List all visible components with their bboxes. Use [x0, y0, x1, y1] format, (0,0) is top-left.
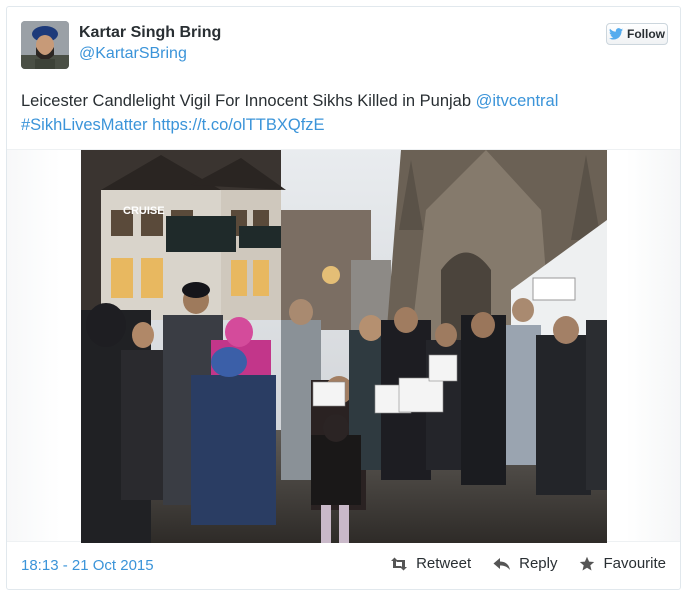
author-screen-name[interactable]: @KartarSBring [79, 45, 187, 63]
avatar[interactable] [21, 21, 69, 69]
reply-icon [493, 557, 511, 570]
avatar-image [21, 21, 69, 69]
tweet-text: Leicester Candlelight Vigil For Innocent… [21, 89, 661, 137]
url-link[interactable]: https://t.co/olTTBXQfzE [152, 116, 324, 134]
hashtag-link[interactable]: #SikhLivesMatter [21, 116, 148, 134]
timestamp-link[interactable]: 18:13 - 21 Oct 2015 [21, 557, 154, 574]
tweet-card: Kartar Singh Bring @KartarSBring Follow … [6, 6, 681, 590]
retweet-icon [391, 557, 408, 570]
follow-button-label: Follow [627, 27, 665, 41]
favourite-label: Favourite [603, 555, 666, 572]
shop-sign: CRUISE [123, 205, 165, 217]
tweet-actions: Retweet Reply Favourite [390, 555, 666, 572]
reply-label: Reply [519, 555, 558, 572]
twitter-bird-icon [609, 28, 623, 40]
reply-button[interactable]: Reply [493, 555, 557, 572]
tweet-photo[interactable]: CRUISE [81, 150, 607, 543]
media-container: CRUISE [7, 149, 680, 543]
favourite-button[interactable]: Favourite [579, 555, 666, 572]
retweet-button[interactable]: Retweet [390, 555, 471, 572]
follow-button[interactable]: Follow [606, 23, 668, 45]
tweet-footer: 18:13 - 21 Oct 2015 Retweet Reply Favour… [21, 555, 666, 579]
star-icon [580, 556, 595, 570]
tweet-body: Leicester Candlelight Vigil For Innocent… [21, 92, 476, 110]
retweet-label: Retweet [416, 555, 472, 572]
vigil-photo: CRUISE [81, 150, 607, 543]
author-display-name[interactable]: Kartar Singh Bring [79, 24, 221, 42]
tweet-header: Kartar Singh Bring @KartarSBring Follow [21, 21, 668, 77]
mention-link[interactable]: @itvcentral [476, 92, 559, 110]
